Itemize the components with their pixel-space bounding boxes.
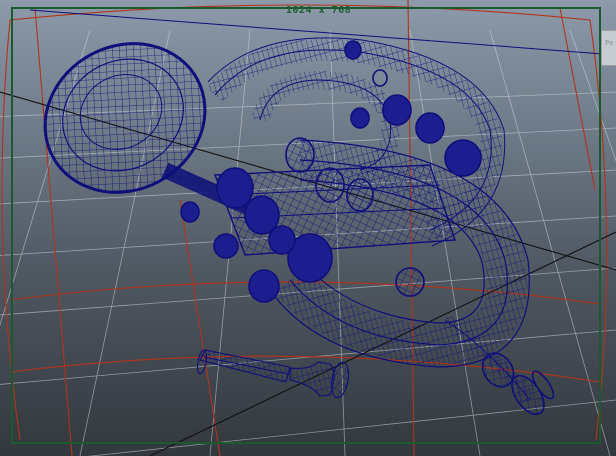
resolution-gate: 1024 x 768 (11, 5, 601, 444)
side-panel-label: Pe (605, 39, 614, 47)
side-panel-tab[interactable]: Pe (601, 30, 616, 66)
resolution-gate-label: 1024 x 768 (286, 5, 352, 16)
3d-viewport[interactable]: 1024 x 768 Pe (0, 0, 616, 456)
